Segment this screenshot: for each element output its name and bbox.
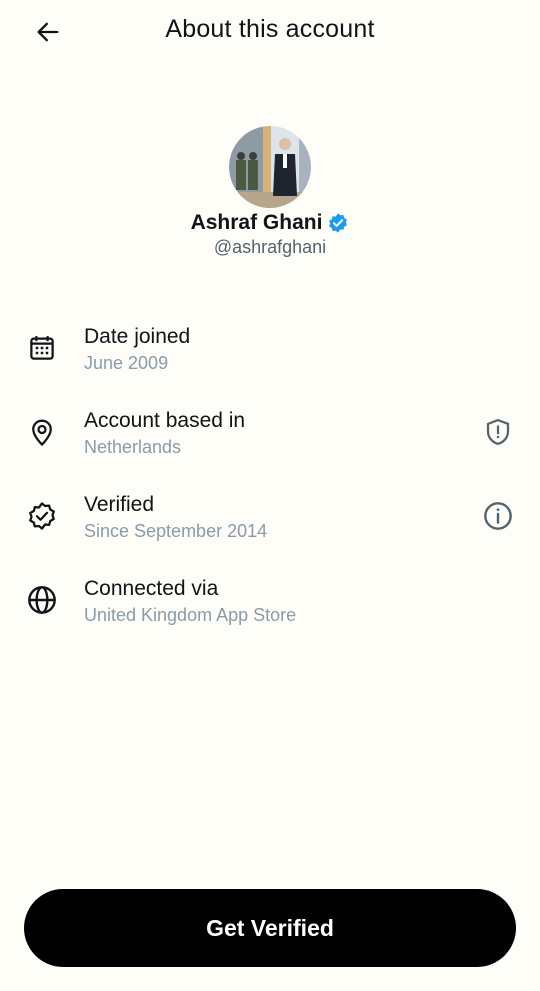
info-row-value: June 2009 [84,353,169,373]
get-verified-button[interactable]: Get Verified [24,889,516,967]
info-row-title: Verified [84,493,155,516]
info-row-text: Verified Since September 2014 [84,491,267,543]
info-row-text: Connected via United Kingdom App Store [84,575,296,627]
verified-info-button[interactable] [480,498,516,534]
shield-icon [486,418,510,446]
verified-check-icon [24,498,60,534]
info-row-verified: Verified Since September 2014 [0,488,540,572]
info-row-title: Account based in [84,409,246,432]
handle: @ashrafghani [213,237,327,257]
globe-icon [24,582,60,618]
account-info-list: Date joined June 2009 Account based in N… [0,320,540,656]
info-row-value: United Kingdom App Store [84,605,297,625]
page-title: About this account [165,15,375,43]
info-row-text: Date joined June 2009 [84,323,190,375]
info-row-account-based-in: Account based in Netherlands [0,404,540,488]
info-row-title: Connected via [84,577,219,600]
top-bar: About this account [0,0,540,64]
info-icon [484,502,512,530]
display-name: Ashraf Ghani [190,211,323,234]
info-row-title: Date joined [84,325,191,348]
info-row-date-joined: Date joined June 2009 [0,320,540,404]
info-row-value: Since September 2014 [84,521,268,541]
verified-badge-icon [329,213,348,233]
profile-header: Ashraf Ghani @ashrafghani [0,126,540,258]
name-row: Ashraf Ghani [0,211,540,235]
info-row-value: Netherlands [84,437,182,457]
shield-info-button[interactable] [480,414,516,450]
info-row-text: Account based in Netherlands [84,407,245,459]
info-row-connected-via: Connected via United Kingdom App Store [0,572,540,656]
location-pin-icon [24,414,60,450]
calendar-icon [24,330,60,366]
avatar[interactable] [229,126,311,208]
